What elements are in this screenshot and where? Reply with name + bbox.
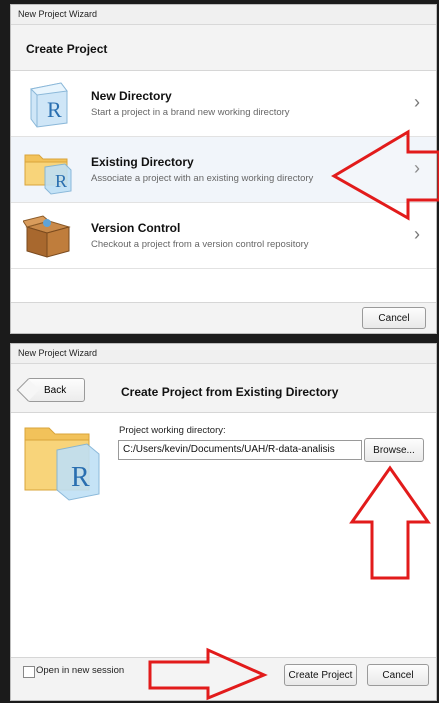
svg-text:R: R [47,97,62,122]
folder-r-icon: R [24,154,72,195]
cancel-button[interactable]: Cancel [362,307,426,329]
option-title: Existing Directory [91,155,194,169]
page-title: Create Project [26,42,108,56]
header-bar: Create Project [11,25,436,71]
new-project-wizard-window: New Project Wizard Create Project R New … [10,4,437,334]
svg-text:R: R [55,171,67,191]
option-version-control[interactable]: Version Control Checkout a project from … [11,203,436,269]
chevron-right-icon: › [414,224,420,244]
r-cube-icon: R [29,82,68,128]
option-title: Version Control [91,221,181,235]
folder-r-icon: R [24,427,100,501]
chevron-right-icon: › [414,158,420,178]
box-icon [23,215,71,258]
browse-button[interactable]: Browse... [364,438,424,462]
window-title: New Project Wizard [11,5,436,25]
directory-path-input[interactable]: C:/Users/kevin/Documents/UAH/R-data-anal… [118,440,362,460]
svg-text:R: R [71,462,90,493]
create-project-button[interactable]: Create Project [284,664,357,686]
option-new-directory[interactable]: R New Directory Start a project in a bra… [11,71,436,137]
directory-field-label: Project working directory: [119,425,226,436]
new-session-checkbox[interactable] [23,666,35,678]
page-title: Create Project from Existing Directory [121,385,339,399]
option-title: New Directory [91,89,172,103]
chevron-right-icon: › [414,92,420,112]
existing-directory-window: New Project Wizard Back Create Project f… [10,343,437,701]
back-button[interactable]: Back [27,378,85,402]
option-description: Checkout a project from a version contro… [91,239,309,250]
header-bar: Back Create Project from Existing Direct… [11,364,436,413]
new-session-label: Open in new session [36,665,125,676]
cancel-button[interactable]: Cancel [367,664,429,686]
footer-bar: Cancel [11,302,436,333]
option-description: Associate a project with an existing wor… [91,173,314,184]
option-description: Start a project in a brand new working d… [91,107,290,118]
window-title: New Project Wizard [11,344,436,364]
option-existing-directory[interactable]: R Existing Directory Associate a project… [11,137,436,203]
